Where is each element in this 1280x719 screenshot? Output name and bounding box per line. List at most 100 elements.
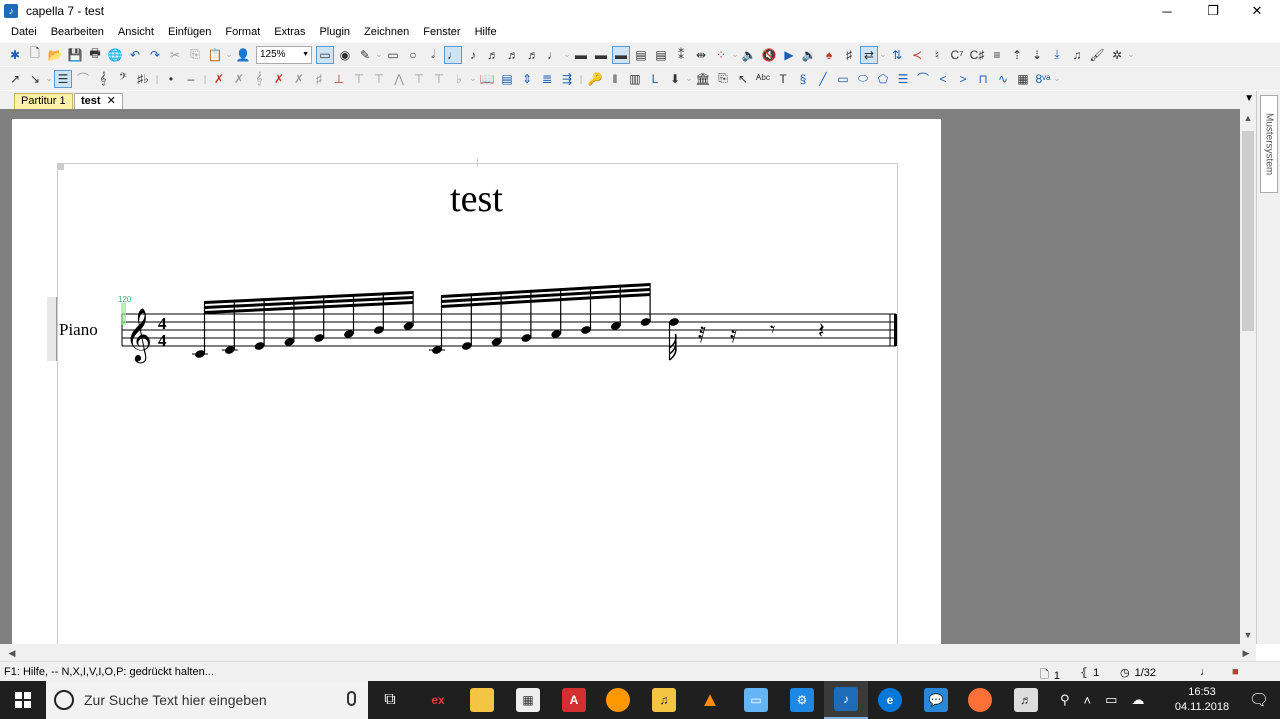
menu-extras[interactable]: Extras	[267, 22, 312, 42]
task-view-button[interactable]: ⧉	[368, 681, 412, 719]
ornament-button-8[interactable]: ⊤	[350, 70, 368, 88]
ornament-button-4[interactable]: ✗	[270, 70, 288, 88]
toolbar-overflow-icon[interactable]: ⌄	[731, 46, 739, 64]
layout-button-4[interactable]: ▤	[632, 46, 650, 64]
tuplet-button[interactable]: ⁘	[712, 46, 730, 64]
stem-up-button[interactable]: ↗	[6, 70, 24, 88]
speaker-button[interactable]: 🔉	[800, 46, 818, 64]
sixtyfourth-note-button[interactable]: ♬	[524, 46, 542, 64]
hairpin-button[interactable]: ≺	[908, 46, 926, 64]
mute-button[interactable]: 🔇	[760, 46, 778, 64]
metronome-button[interactable]: ♠	[820, 46, 838, 64]
taskbar-app-capella[interactable]: ♪	[824, 681, 868, 719]
notification-center-icon[interactable]: 🗨	[1238, 681, 1280, 719]
ornament-button-3[interactable]: 𝄞	[250, 70, 268, 88]
vertical-scrollbar[interactable]: ▲ ▼	[1240, 109, 1256, 644]
down-button[interactable]: ⇣	[1028, 46, 1046, 64]
ornament-button-12[interactable]: ⊤	[430, 70, 448, 88]
layout-button-1[interactable]: ▬	[572, 46, 590, 64]
accidental-button[interactable]: ♯♭	[134, 70, 152, 88]
key-button[interactable]: ♮	[928, 46, 946, 64]
page-button[interactable]: ▤	[498, 70, 516, 88]
playback-button[interactable]: ▶	[780, 46, 798, 64]
ornament-button-9[interactable]: ⊤	[370, 70, 388, 88]
text-align-button[interactable]: ≡	[988, 46, 1006, 64]
arrow-tool-button[interactable]: ↖	[734, 70, 752, 88]
note-value-button[interactable]: ♩	[544, 46, 562, 64]
slur-button[interactable]: ⌒	[74, 70, 92, 88]
tenuto-button[interactable]: –	[182, 70, 200, 88]
slur-tool-button[interactable]: ⌒	[914, 70, 932, 88]
midi-button[interactable]: ⇄	[860, 45, 878, 64]
scroll-right-icon[interactable]: ▶	[1238, 646, 1254, 660]
battery-icon[interactable]: ▭	[1105, 692, 1117, 708]
music-staff[interactable]: 120 𝄞 4 4 𝅀 𝄿 𝄾 𝄽	[12, 119, 941, 419]
ornament-button-11[interactable]: ⊤	[410, 70, 428, 88]
cut-button[interactable]: ✂	[166, 46, 184, 64]
taskbar-app-edge[interactable]: e	[868, 681, 912, 719]
lyrics-button[interactable]: L	[646, 70, 664, 88]
beam-button[interactable]: ♫	[1068, 46, 1086, 64]
show-hidden-icons-icon[interactable]: ˄	[1084, 693, 1092, 708]
menu-zeichnen[interactable]: Zeichnen	[357, 22, 416, 42]
web-button[interactable]: 🌐	[106, 46, 124, 64]
taskbar-app-music[interactable]: ♬	[1004, 681, 1048, 719]
taskbar-app-screen[interactable]: ▭	[734, 681, 778, 719]
staff-lines-tool-button[interactable]: ☰	[894, 70, 912, 88]
key-icon-button[interactable]: 🔑	[586, 70, 604, 88]
taskbar-app-ex[interactable]: ex	[416, 681, 460, 719]
volume-button[interactable]: 🔈	[740, 46, 758, 64]
menu-plugin[interactable]: Plugin	[312, 22, 357, 42]
ornament-button-2[interactable]: ✗	[230, 70, 248, 88]
trill-tool-button[interactable]: ∿	[994, 70, 1012, 88]
scroll-left-icon[interactable]: ◀	[4, 646, 20, 660]
undo-button[interactable]: ↶	[126, 46, 144, 64]
redo-button[interactable]: ↷	[146, 46, 164, 64]
paint-button[interactable]: ✎	[356, 46, 374, 64]
start-button[interactable]	[0, 681, 46, 719]
ornament-button-10[interactable]: ⋀	[390, 70, 408, 88]
toolbar-overflow-icon[interactable]: ⌄	[375, 46, 383, 64]
fill-button[interactable]: ⬇	[666, 70, 684, 88]
barline-button[interactable]: ‖	[606, 70, 624, 88]
line-tool-button[interactable]: ╱	[814, 70, 832, 88]
stem-button[interactable]: ⤓	[1048, 46, 1066, 64]
taskbar-app-vlc[interactable]: ▲	[688, 681, 732, 719]
close-tab-icon[interactable]: ✕	[107, 95, 116, 107]
person-button[interactable]: 👤	[234, 46, 252, 64]
toolbar-overflow-icon[interactable]: ⌄	[469, 70, 477, 88]
mixer-button[interactable]: ♯	[840, 46, 858, 64]
copy-button[interactable]: ⎘	[186, 46, 204, 64]
new-document-button[interactable]: 🗋	[26, 46, 44, 64]
menu-hilfe[interactable]: Hilfe	[468, 22, 504, 42]
transpose-button[interactable]: ⇅	[888, 46, 906, 64]
ottava-tool-button[interactable]: 8ᵛᵃ	[1034, 70, 1052, 88]
grid-tool-button[interactable]: ▦	[1014, 70, 1032, 88]
mustersystem-tab[interactable]: Mustersystem	[1260, 95, 1278, 193]
tie-button[interactable]: ⁑	[672, 46, 690, 64]
fit-width-button[interactable]: ⇹	[692, 46, 710, 64]
align-button[interactable]: ⇶	[558, 70, 576, 88]
bracket-tool-button[interactable]: ⊓	[974, 70, 992, 88]
taskbar-app-settings[interactable]: ⚙	[780, 681, 824, 719]
ornament-button-6[interactable]: ♯	[310, 70, 328, 88]
staff-button[interactable]: ☰	[54, 69, 72, 88]
ornament-button-13[interactable]: ♭	[450, 70, 468, 88]
horizontal-scrollbar[interactable]: ◀ ▶	[0, 644, 1256, 661]
half-note-button[interactable]: 𝅗𝅥	[424, 46, 442, 64]
decrescendo-tool-button[interactable]: >	[954, 70, 972, 88]
copy-format-button[interactable]: ⎘	[714, 70, 732, 88]
book-button[interactable]: 📖	[478, 70, 496, 88]
scroll-up-icon[interactable]: ▲	[1240, 111, 1256, 125]
page-view-button[interactable]: ▭	[316, 45, 334, 64]
up-button[interactable]: ⇡	[1008, 46, 1026, 64]
tab-list-dropdown-icon[interactable]: ▼	[1244, 93, 1254, 104]
toolbar-overflow-icon[interactable]: ⌄	[563, 46, 571, 64]
menu-format[interactable]: Format	[218, 22, 267, 42]
toolbar-overflow-icon[interactable]: ⌄	[879, 46, 887, 64]
toolbar-overflow-icon[interactable]: ⌄	[45, 70, 53, 88]
taskbar-app-firefox-alt[interactable]	[596, 681, 640, 719]
minimize-button[interactable]: ─	[1144, 0, 1190, 22]
taskbar-app-explorer[interactable]	[460, 681, 504, 719]
taskbar-clock[interactable]: 16:53 04.11.2018	[1172, 685, 1232, 715]
